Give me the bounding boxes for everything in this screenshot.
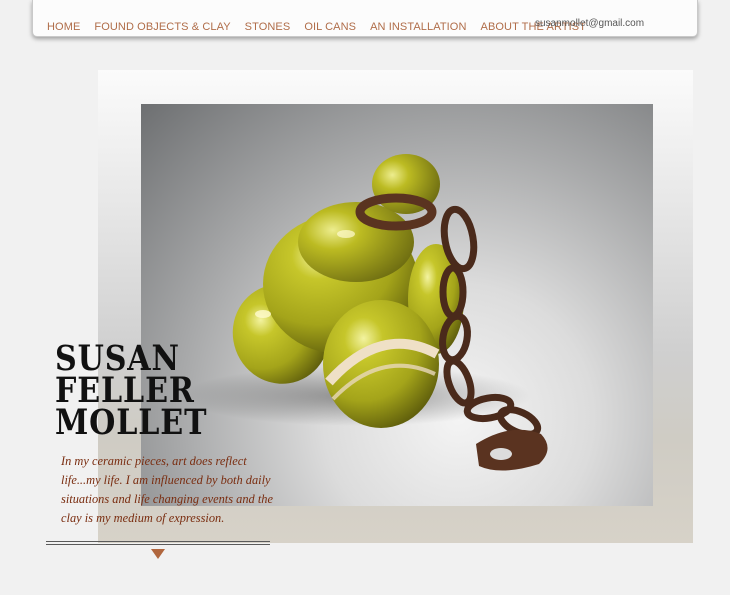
ceramic-sculpture-illustration — [181, 154, 548, 471]
artist-name-line-3: MOLLET — [55, 402, 208, 443]
divider-line — [46, 541, 270, 545]
nav-item-found-objects-clay: FOUND OBJECTS & CLAY — [94, 17, 230, 35]
nav-item-an-installation: AN INSTALLATION — [370, 17, 466, 35]
nav-item-oil-cans: OIL CANS — [304, 17, 356, 35]
down-arrow-icon[interactable] — [151, 549, 165, 559]
nav-link-stones[interactable]: STONES — [245, 21, 291, 33]
rust-tag — [476, 429, 548, 471]
glaze-highlight — [255, 310, 271, 318]
glaze-highlight — [337, 230, 355, 238]
top-navigation-bar: HOME FOUND OBJECTS & CLAY STONES OIL CAN… — [32, 0, 698, 37]
artist-intro-text: In my ceramic pieces, art does reflect l… — [61, 454, 273, 525]
hero-photo-ceramic-sculpture — [141, 104, 653, 506]
nav-menu: HOME FOUND OBJECTS & CLAY STONES OIL CAN… — [47, 17, 600, 35]
nav-link-oil-cans[interactable]: OIL CANS — [304, 21, 356, 33]
artist-name-title: SUSAN FELLER MOLLET — [55, 341, 208, 443]
nav-link-an-installation[interactable]: AN INSTALLATION — [370, 21, 466, 33]
nav-link-home[interactable]: HOME — [47, 21, 80, 33]
nav-link-found-objects-clay[interactable]: FOUND OBJECTS & CLAY — [94, 21, 230, 33]
rust-tag-hole — [490, 448, 512, 460]
nav-item-home: HOME — [47, 17, 80, 35]
email-link[interactable]: susanmollet@gmail.com — [535, 18, 644, 29]
nav-item-stones: STONES — [245, 17, 291, 35]
